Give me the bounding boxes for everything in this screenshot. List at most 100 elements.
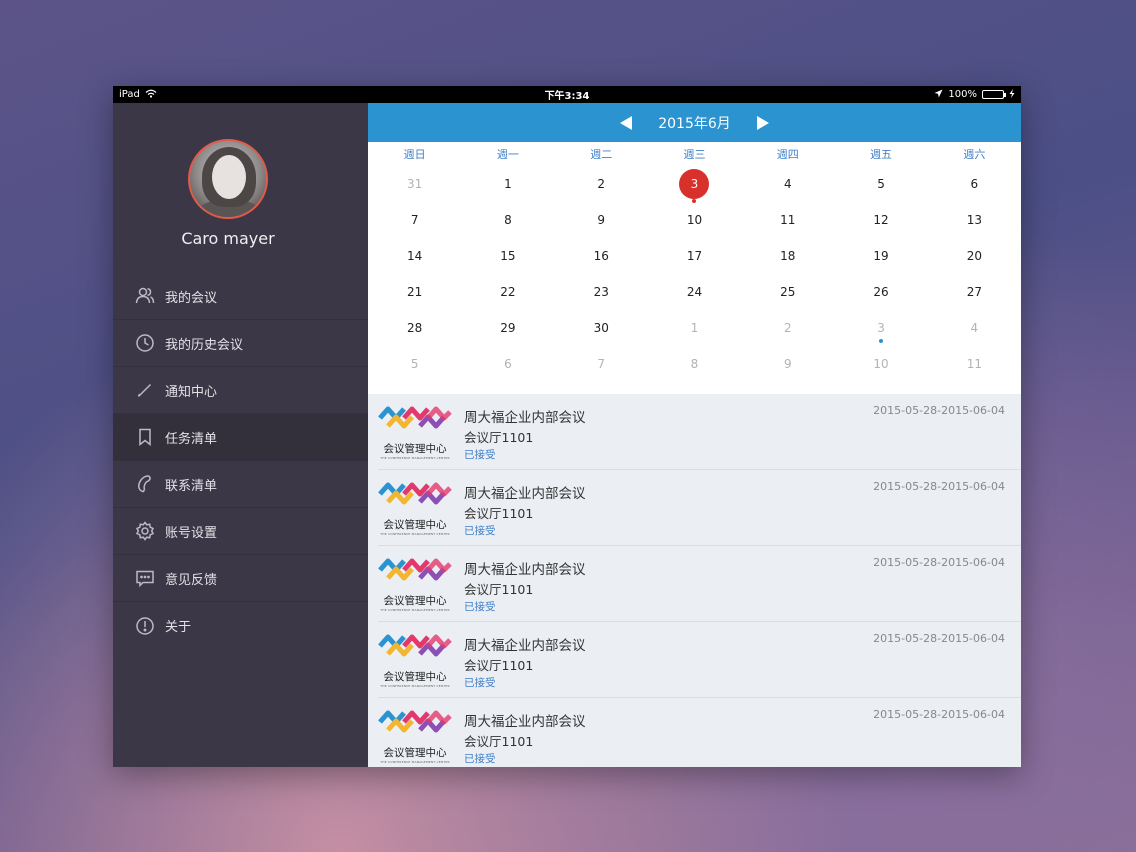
logo-text: 会议管理中心 (383, 671, 447, 683)
calendar-day[interactable]: 28 (368, 310, 461, 346)
day-number: 6 (504, 357, 512, 371)
day-number: 10 (873, 357, 889, 371)
battery-icon (982, 90, 1006, 99)
next-month-button[interactable] (756, 115, 769, 130)
sidebar-item-contacts[interactable]: 联系清单 (113, 461, 368, 508)
meeting-date-range: 2015-05-28-2015-06-04 (873, 708, 1005, 721)
day-number: 11 (780, 213, 796, 227)
calendar-day[interactable]: 5 (368, 346, 461, 382)
calendar-day[interactable]: 29 (461, 310, 554, 346)
meeting-status: 已接受 (464, 753, 496, 765)
prev-month-button[interactable] (620, 115, 633, 130)
calendar-day[interactable]: 22 (461, 274, 554, 310)
calendar-day[interactable]: 23 (555, 274, 648, 310)
day-number: 6 (970, 177, 979, 191)
calendar-day[interactable]: 30 (555, 310, 648, 346)
calendar-day[interactable]: 13 (928, 202, 1021, 238)
day-number: 3 (877, 321, 885, 335)
day-number: 29 (500, 321, 516, 335)
calendar-day[interactable]: 16 (555, 238, 648, 274)
weekday-label: 週四 (776, 148, 799, 161)
users-icon (135, 286, 155, 306)
meeting-status: 已接受 (464, 601, 496, 613)
day-number: 2 (597, 177, 606, 191)
sidebar: Caro mayer 我的会议 我的历史会议 通知中心 任务清单 联系清单 账号… (113, 103, 368, 767)
calendar-day[interactable]: 11 (928, 346, 1021, 382)
calendar-day[interactable]: 6 (461, 346, 554, 382)
sidebar-item-about[interactable]: 关于 (113, 602, 368, 649)
calendar-day[interactable]: 25 (741, 274, 834, 310)
device-name: iPad (119, 89, 140, 100)
calendar-day[interactable]: 19 (834, 238, 927, 274)
calendar-day[interactable]: 27 (928, 274, 1021, 310)
calendar-day[interactable]: 1 (648, 310, 741, 346)
sidebar-item-my-meetings[interactable]: 我的会议 (113, 273, 368, 320)
calendar-day[interactable]: 8 (648, 346, 741, 382)
weekday-label: 週五 (870, 148, 893, 161)
sidebar-menu: 我的会议 我的历史会议 通知中心 任务清单 联系清单 账号设置 意见反馈 关于 (113, 273, 368, 649)
calendar-day[interactable]: 26 (834, 274, 927, 310)
calendar-day[interactable]: 18 (741, 238, 834, 274)
charging-icon (1009, 88, 1015, 101)
logo-text: 会议管理中心 (383, 519, 447, 531)
day-number: 14 (407, 249, 423, 263)
avatar[interactable] (188, 139, 268, 219)
sidebar-item-label: 通知中心 (165, 384, 218, 400)
calendar-day[interactable]: 15 (461, 238, 554, 274)
meeting-list-item[interactable]: 会议管理中心 THE CONFERENCE MANAGEMENT CENTER 周大… (378, 470, 1021, 546)
meeting-room: 会议厅1101 (464, 430, 534, 445)
day-number: 15 (500, 249, 516, 263)
status-bar: iPad 下午3:34 100% (113, 86, 1021, 103)
logo-text: 会议管理中心 (383, 443, 447, 455)
meeting-title: 周大福企业内部会议 (464, 714, 586, 730)
calendar-day[interactable]: 20 (928, 238, 1021, 274)
calendar-day[interactable]: 21 (368, 274, 461, 310)
sidebar-item-account-settings[interactable]: 账号设置 (113, 508, 368, 555)
meeting-title: 周大福企业内部会议 (464, 410, 586, 426)
calendar-day[interactable]: 9 (555, 202, 648, 238)
calendar-day[interactable]: 10 (834, 346, 927, 382)
day-number: 21 (407, 285, 423, 299)
calendar-day[interactable]: 24 (648, 274, 741, 310)
calendar-day[interactable]: 12 (834, 202, 927, 238)
sidebar-item-tasks[interactable]: 任务清单 (113, 414, 368, 461)
meeting-date-range: 2015-05-28-2015-06-04 (873, 556, 1005, 569)
calendar-day[interactable]: 10 (648, 202, 741, 238)
sidebar-item-label: 关于 (165, 620, 192, 635)
calendar-day-today[interactable]: 3 (648, 166, 741, 203)
meeting-date-range: 2015-05-28-2015-06-04 (873, 404, 1005, 417)
meeting-list-item[interactable]: 会议管理中心 THE CONFERENCE MANAGEMENT CENTER 周大… (378, 622, 1021, 698)
calendar-day[interactable]: 7 (368, 202, 461, 238)
meeting-status: 已接受 (464, 677, 496, 689)
day-number: 10 (686, 213, 703, 227)
location-arrow-icon (934, 89, 943, 101)
phone-icon (135, 474, 155, 494)
logo-subtext: THE CONFERENCE MANAGEMENT CENTER (380, 684, 450, 688)
calendar-day[interactable]: 4 (741, 166, 834, 202)
meeting-list-item[interactable]: 会议管理中心 THE CONFERENCE MANAGEMENT CENTER 周大… (378, 698, 1021, 767)
calendar-day[interactable]: 17 (648, 238, 741, 274)
calendar-day[interactable]: 4 (928, 310, 1021, 346)
calendar-day[interactable]: 2 (555, 166, 648, 202)
calendar-day[interactable]: 31 (368, 166, 461, 202)
calendar-day[interactable]: 14 (368, 238, 461, 274)
meeting-title: 周大福企业内部会议 (464, 562, 586, 578)
calendar-day[interactable]: 7 (555, 346, 648, 382)
day-number: 4 (970, 321, 979, 335)
day-number: 25 (780, 285, 796, 299)
calendar-day[interactable]: 8 (461, 202, 554, 238)
sidebar-item-feedback[interactable]: 意见反馈 (113, 555, 368, 602)
calendar-day[interactable]: 2 (741, 310, 834, 346)
calendar-day[interactable]: 1 (461, 166, 554, 202)
calendar-day[interactable]: 3 (834, 310, 927, 346)
sidebar-item-notifications[interactable]: 通知中心 (113, 367, 368, 414)
meeting-list-item[interactable]: 会议管理中心 THE CONFERENCE MANAGEMENT CENTER 周大… (378, 394, 1021, 470)
calendar-day[interactable]: 6 (928, 166, 1021, 202)
meeting-list-item[interactable]: 会议管理中心 THE CONFERENCE MANAGEMENT CENTER 周大… (378, 546, 1021, 622)
day-number: 8 (690, 357, 699, 371)
sidebar-item-history-meetings[interactable]: 我的历史会议 (113, 320, 368, 367)
calendar-day[interactable]: 5 (834, 166, 927, 202)
calendar-day[interactable]: 11 (741, 202, 834, 238)
calendar-day[interactable]: 9 (741, 346, 834, 382)
day-number: 1 (690, 321, 699, 335)
